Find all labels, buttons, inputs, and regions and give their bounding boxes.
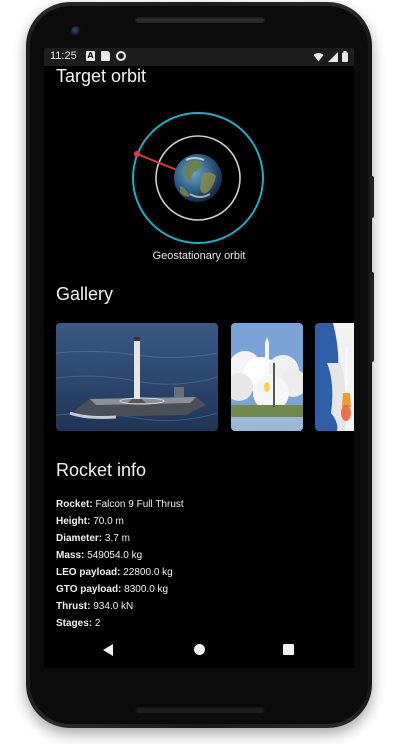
info-label: GTO payload: — [56, 584, 122, 595]
info-row-stages: Stages: 2 — [56, 615, 184, 632]
info-label: LEO payload: — [56, 567, 121, 578]
status-bar: 11:25 A — [44, 48, 354, 66]
info-value: 934.0 kN — [93, 601, 134, 612]
info-value: 3.7 m — [104, 533, 130, 544]
satellite-marker — [133, 150, 141, 158]
navigation-bar — [44, 632, 354, 668]
sync-icon — [116, 51, 126, 61]
info-row-mass: Mass: 549054.0 kg — [56, 547, 184, 564]
booster-landing-photo[interactable] — [56, 323, 218, 431]
info-row-leo-payload: LEO payload: 22800.0 kg — [56, 564, 184, 581]
power-button — [370, 176, 374, 218]
recents-icon[interactable] — [283, 644, 294, 655]
volume-button — [370, 272, 374, 362]
bottom-speaker — [135, 706, 265, 713]
sim-card-icon — [101, 51, 110, 61]
earpiece-speaker — [135, 16, 265, 23]
info-value: 70.0 m — [93, 516, 124, 527]
battery-icon — [342, 51, 348, 62]
rocket-info-title: Rocket info — [56, 460, 147, 480]
info-value: Falcon 9 Full Thrust — [95, 499, 184, 510]
status-time: 11:25 — [50, 50, 77, 62]
rocket-info-list: Rocket: Falcon 9 Full Thrust Height: 70.… — [56, 496, 184, 632]
info-label: Stages: — [56, 618, 93, 629]
orbit-radius-line — [136, 153, 183, 173]
info-row-height: Height: 70.0 m — [56, 513, 184, 530]
info-label: Height: — [56, 516, 91, 527]
back-icon[interactable] — [103, 644, 113, 656]
scroll-content[interactable]: Target orbit Geostationary orbit Gallery… — [44, 66, 354, 632]
target-orbit-title: Target orbit — [56, 66, 147, 86]
info-row-rocket: Rocket: Falcon 9 Full Thrust — [56, 496, 184, 513]
status-icons-right — [313, 51, 348, 62]
home-icon[interactable] — [194, 644, 205, 655]
info-label: Rocket: — [56, 499, 93, 510]
earth-icon — [174, 154, 222, 202]
info-label: Diameter: — [56, 533, 103, 544]
info-value: 549054.0 kg — [87, 550, 143, 561]
launch-photo[interactable] — [231, 323, 303, 431]
info-row-gto-payload: GTO payload: 8300.0 kg — [56, 581, 184, 598]
front-camera — [71, 26, 81, 36]
info-row-thrust: Thrust: 934.0 kN — [56, 598, 184, 615]
info-label: Mass: — [56, 550, 85, 561]
info-value: 22800.0 kg — [123, 567, 173, 578]
status-icons-left: A — [86, 51, 126, 61]
info-label: Thrust: — [56, 601, 91, 612]
info-value: 8300.0 kg — [124, 584, 169, 595]
wifi-icon — [313, 52, 324, 61]
info-value: 2 — [94, 618, 101, 629]
gallery-title: Gallery — [56, 284, 114, 304]
orbit-diagram — [130, 110, 266, 246]
orbit-name-label: Geostationary orbit — [152, 250, 246, 262]
screen: 11:25 A Target orbit Geostationary orbit… — [44, 48, 354, 668]
signal-icon — [328, 51, 338, 62]
launch-closeup-photo[interactable] — [315, 323, 354, 431]
a-notification-icon: A — [86, 51, 95, 61]
gallery-carousel[interactable] — [56, 323, 354, 433]
info-row-diameter: Diameter: 3.7 m — [56, 530, 184, 547]
